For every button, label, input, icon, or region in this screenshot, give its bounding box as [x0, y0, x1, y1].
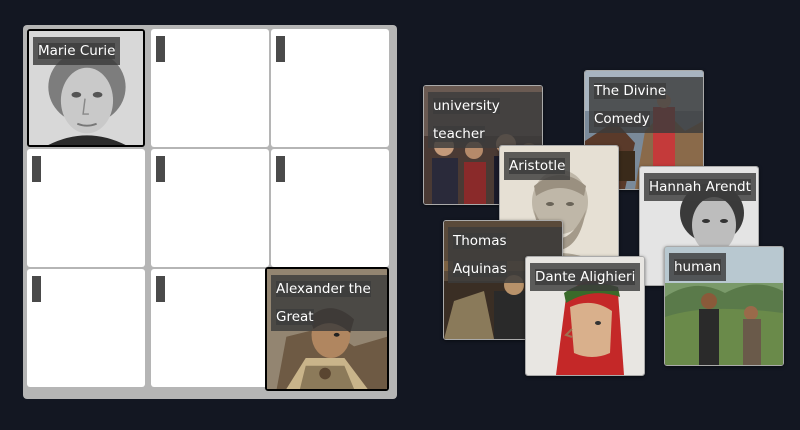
board-cell-6[interactable]: [271, 149, 389, 267]
card-human[interactable]: human: [664, 246, 784, 366]
board-cell-8[interactable]: [151, 269, 269, 387]
slot-marker: [32, 276, 41, 302]
cell-label: Alexander the Great: [271, 275, 387, 331]
board-cell-1-marie-curie[interactable]: Marie Curie: [27, 29, 145, 147]
slot-marker: [156, 156, 165, 182]
slot-marker: [276, 156, 285, 182]
card-label: Hannah Arendt: [644, 173, 756, 201]
card-label: human: [669, 253, 727, 281]
board-cell-2[interactable]: [151, 29, 269, 147]
puzzle-board: Marie Curie Alexander the Great: [23, 25, 397, 399]
card-label: university teacher: [428, 92, 542, 148]
slot-marker: [276, 36, 285, 62]
board-cell-9-alexander[interactable]: Alexander the Great: [265, 267, 389, 391]
cell-label: Marie Curie: [33, 37, 121, 65]
card-label: Dante Alighieri: [530, 263, 641, 291]
card-label: Aristotle: [504, 152, 571, 180]
board-cell-5[interactable]: [151, 149, 269, 267]
board-cell-4[interactable]: [27, 149, 145, 267]
slot-marker: [156, 36, 165, 62]
board-cell-3[interactable]: [271, 29, 389, 147]
slot-marker: [32, 156, 41, 182]
slot-marker: [156, 276, 165, 302]
card-dante-alighieri[interactable]: Dante Alighieri: [525, 256, 645, 376]
card-label: The Divine Comedy: [589, 77, 703, 133]
board-cell-7[interactable]: [27, 269, 145, 387]
